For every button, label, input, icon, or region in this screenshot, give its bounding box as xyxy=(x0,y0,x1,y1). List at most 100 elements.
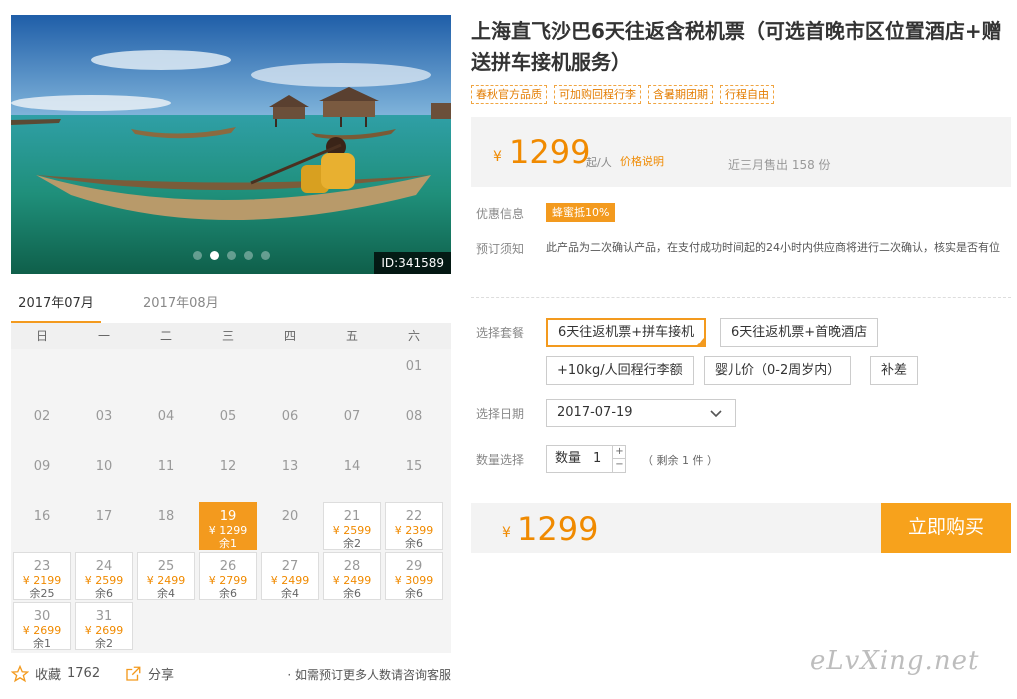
day-stock: 余2 xyxy=(343,537,361,550)
calendar-day: 12 xyxy=(197,451,259,501)
package-option-infant[interactable]: 婴儿价（0-2周岁内） xyxy=(704,356,852,385)
qty-value[interactable]: 1 xyxy=(593,446,601,472)
carousel-dot[interactable] xyxy=(260,251,270,260)
favorite-button[interactable]: 收藏 1762 xyxy=(11,664,100,683)
package-label: 选择套餐 xyxy=(476,326,525,340)
day-stock: 余4 xyxy=(157,587,175,600)
product-tag: 含暑期团期 xyxy=(648,85,713,104)
favorite-label: 收藏 xyxy=(35,668,62,683)
carousel-dot[interactable] xyxy=(192,251,202,260)
day-number: 24 xyxy=(95,559,113,574)
day-price: ¥ 2699 xyxy=(22,624,62,637)
calendar-day: 16 xyxy=(11,501,73,551)
calendar-day-available[interactable]: 27 ¥ 2499 余4 xyxy=(261,552,319,600)
day-number: 09 xyxy=(33,459,51,474)
day-number: 27 xyxy=(281,559,299,574)
weekday-label: 四 xyxy=(283,329,296,343)
day-number: 08 xyxy=(405,409,423,424)
calendar-day-available[interactable]: 22 ¥ 2399 余6 xyxy=(385,502,443,550)
star-icon xyxy=(11,664,29,682)
package-option-flight-pickup[interactable]: 6天往返机票+拼车接机 ✓ xyxy=(546,318,707,347)
day-price: ¥ 3099 xyxy=(394,574,434,587)
day-stock: 余6 xyxy=(405,587,423,600)
calendar-day-available[interactable]: 19 ¥ 1299 余1 xyxy=(199,502,257,550)
package-option-supplement[interactable]: 补差 xyxy=(870,356,919,385)
carousel-dot[interactable] xyxy=(226,251,236,260)
calendar-day-available[interactable]: 31 ¥ 2699 余2 xyxy=(75,602,133,650)
package-option-label: 6天往返机票+拼车接机 xyxy=(558,325,695,340)
calendar-day: 01 xyxy=(383,351,445,401)
date-label: 选择日期 xyxy=(476,407,525,421)
day-number: 22 xyxy=(405,509,423,524)
day-number: 13 xyxy=(281,459,299,474)
promo-badge: 蜂蜜抵10% xyxy=(546,203,616,222)
qty-increment-button[interactable]: + xyxy=(612,446,626,459)
currency-symbol: ¥ xyxy=(502,525,511,541)
calendar-blank-cell xyxy=(197,351,259,401)
share-icon xyxy=(126,666,141,681)
calendar-day: 17 xyxy=(73,501,135,551)
calendar-day: 08 xyxy=(383,401,445,451)
price-explain-link[interactable]: 价格说明 xyxy=(620,153,664,169)
calendar-day: 18 xyxy=(135,501,197,551)
calendar-day: 13 xyxy=(259,451,321,501)
tab-month-july[interactable]: 2017年07月 xyxy=(11,292,101,324)
carousel-dot-active[interactable] xyxy=(209,251,219,260)
day-number: 03 xyxy=(95,409,113,424)
package-option-flight-hotel[interactable]: 6天往返机票+首晚酒店 xyxy=(720,318,879,347)
calendar-day-available[interactable]: 21 ¥ 2599 余2 xyxy=(323,502,381,550)
day-number: 12 xyxy=(219,459,237,474)
calendar-day-available[interactable]: 29 ¥ 3099 余6 xyxy=(385,552,443,600)
product-tag: 可加购回程行李 xyxy=(554,85,641,104)
day-number: 31 xyxy=(95,609,113,624)
calendar-day: 11 xyxy=(135,451,197,501)
calendar-day-grid: 01 02 03 04 05 06 07 08 09 10 11 12 13 14 15 16 17 18 19 ¥ … xyxy=(11,349,451,651)
calendar-day-available[interactable]: 30 ¥ 2699 余1 xyxy=(13,602,71,650)
carousel-dot[interactable] xyxy=(243,251,253,260)
price-panel: ¥ 1299 起/人 价格说明 近三月售出 158 份 xyxy=(471,117,1011,187)
currency-symbol: ¥ xyxy=(493,149,502,165)
check-icon: ✓ xyxy=(697,337,705,346)
day-stock: 余25 xyxy=(29,587,55,600)
calendar-day-available[interactable]: 26 ¥ 2799 余6 xyxy=(199,552,257,600)
day-price: ¥ 2199 xyxy=(22,574,62,587)
day-number: 19 xyxy=(219,509,237,524)
product-title: 上海直飞沙巴6天往返含税机票（可选首晚市区位置酒店+赠送拼车接机服务） xyxy=(471,19,1002,74)
calendar-day: 07 xyxy=(321,401,383,451)
remaining-stock: （ 剩余 1 件 ） xyxy=(642,454,718,467)
calendar-day-available[interactable]: 24 ¥ 2599 余6 xyxy=(75,552,133,600)
day-number: 17 xyxy=(95,509,113,524)
qty-inner-label: 数量 xyxy=(555,451,582,466)
qty-label: 数量选择 xyxy=(476,453,525,467)
package-option-luggage[interactable]: +10kg/人回程行李额 xyxy=(546,356,694,385)
calendar-day: 03 xyxy=(73,401,135,451)
weekday-label: 一 xyxy=(97,329,110,343)
notice-label: 预订须知 xyxy=(476,242,525,256)
hero-photo xyxy=(11,15,451,274)
qty-decrement-button[interactable]: − xyxy=(612,459,626,472)
date-select[interactable]: 2017-07-19 xyxy=(546,399,736,427)
share-button[interactable]: 分享 xyxy=(124,664,174,683)
product-tag: 春秋官方品质 xyxy=(471,85,547,104)
calendar-day: 09 xyxy=(11,451,73,501)
tab-month-august[interactable]: 2017年08月 xyxy=(143,292,225,324)
day-stock: 余4 xyxy=(281,587,299,600)
calendar-day-available[interactable]: 23 ¥ 2199 余25 xyxy=(13,552,71,600)
calendar-day: 02 xyxy=(11,401,73,451)
hero-image-carousel[interactable]: ID:341589 xyxy=(11,15,451,274)
calendar-day-available[interactable]: 25 ¥ 2499 余4 xyxy=(137,552,195,600)
image-id-badge: ID:341589 xyxy=(374,252,451,274)
buy-now-button[interactable]: 立即购买 xyxy=(881,503,1011,553)
day-price: ¥ 2499 xyxy=(146,574,186,587)
day-number: 02 xyxy=(33,409,51,424)
calendar-day-available[interactable]: 28 ¥ 2499 余6 xyxy=(323,552,381,600)
calendar-day: 20 xyxy=(259,501,321,551)
price-unit: 起/人 xyxy=(586,156,612,169)
weekday-label: 六 xyxy=(407,329,420,343)
product-tag: 行程自由 xyxy=(720,85,774,104)
month-tabs: 2017年07月 2017年08月 xyxy=(11,292,451,324)
calendar-blank-cell xyxy=(259,351,321,401)
notice-text: 此产品为二次确认产品，在支付成功时间起的24小时内供应商将进行二次确认，核实是否… xyxy=(546,241,1000,254)
favorite-count: 1762 xyxy=(67,666,101,681)
product-tags: 春秋官方品质 可加购回程行李 含暑期团期 行程自由 xyxy=(471,85,774,104)
